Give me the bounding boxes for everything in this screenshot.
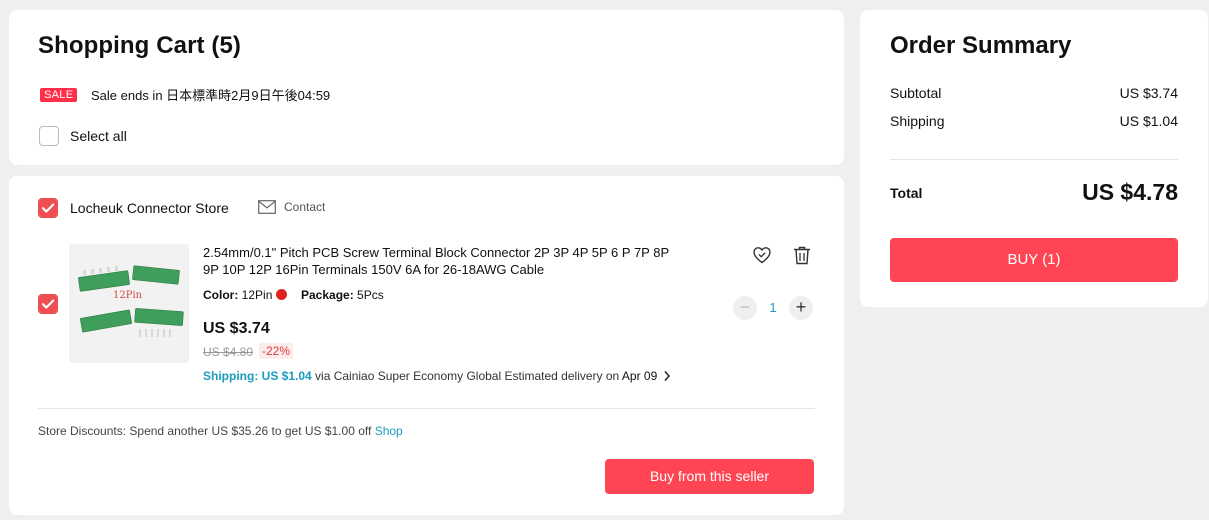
order-summary-title: Order Summary: [890, 32, 1072, 59]
page-title: Shopping Cart (5): [38, 32, 242, 59]
store-discount: Store Discounts: Spend another US $35.26…: [38, 423, 403, 439]
shipping-info[interactable]: Shipping: US $1.04 via Cainiao Super Eco…: [203, 368, 671, 386]
subtotal-label: Subtotal: [890, 85, 942, 101]
buy-from-seller-button[interactable]: Buy from this seller: [605, 459, 814, 494]
color-spec-label: Color:: [203, 288, 239, 302]
store-name-link[interactable]: Locheuk Connector Store: [70, 199, 229, 217]
original-price: US $4.80: [203, 345, 254, 359]
quantity-value[interactable]: 1: [765, 300, 781, 316]
select-all-label[interactable]: Select all: [70, 127, 127, 145]
mail-icon[interactable]: [258, 200, 276, 219]
contact-link[interactable]: Contact: [284, 199, 325, 215]
divider: [890, 159, 1178, 160]
delivery-label: Estimated delivery on: [504, 369, 620, 383]
chevron-right-icon[interactable]: [663, 370, 671, 386]
total-label: Total: [890, 185, 923, 201]
select-all-checkbox[interactable]: [39, 126, 59, 146]
store-checkbox[interactable]: [38, 198, 58, 218]
trash-icon[interactable]: [793, 246, 811, 270]
package-spec[interactable]: Package: 5Pcs: [301, 287, 384, 303]
item-checkbox[interactable]: [38, 294, 58, 314]
item-price: US $3.74: [203, 320, 270, 337]
color-spec[interactable]: Color: 12Pin: [203, 287, 288, 303]
shipping-cost: Shipping: US $1.04: [203, 369, 312, 383]
shipping-row: Shipping US $1.04: [890, 112, 1178, 130]
package-spec-label: Package:: [301, 288, 354, 302]
sale-badge: SALE: [40, 88, 78, 102]
checkmark-icon: [41, 299, 55, 309]
subtotal-row: Subtotal US $3.74: [890, 84, 1178, 102]
package-spec-value: 5Pcs: [357, 288, 384, 302]
order-summary-card: Order Summary Subtotal US $3.74 Shipping…: [860, 10, 1208, 307]
discount-badge: -22%: [259, 343, 294, 359]
checkmark-icon: [41, 203, 55, 213]
sale-countdown: Sale ends in 日本標準時2月9日午後04:59: [91, 88, 331, 103]
total-value: US $4.78: [1082, 179, 1178, 205]
product-title-link[interactable]: 2.54mm/0.1" Pitch PCB Screw Terminal Blo…: [203, 244, 673, 278]
product-image[interactable]: 12Pin: [69, 244, 189, 363]
shipping-label: Shipping: [890, 113, 945, 129]
buy-button[interactable]: BUY (1): [890, 238, 1178, 282]
shop-link[interactable]: Shop: [375, 424, 403, 438]
divider: [38, 408, 815, 409]
wishlist-heart-icon[interactable]: [752, 246, 772, 269]
product-image-label: 12Pin: [113, 290, 143, 301]
color-swatch: [276, 289, 288, 300]
store-discount-label: Store Discounts:: [38, 424, 127, 438]
cart-header-card: Shopping Cart (5) SALE Sale ends in 日本標準…: [9, 10, 844, 165]
store-card: Locheuk Connector Store Contact 12Pin 2.…: [9, 176, 844, 515]
shipping-method: via Cainiao Super Economy Global: [315, 369, 502, 383]
color-spec-value: 12Pin: [241, 288, 273, 302]
quantity-decrease-button[interactable]: −: [733, 296, 757, 320]
quantity-increase-button[interactable]: +: [789, 296, 813, 320]
store-discount-text: Spend another US $35.26 to get US $1.00 …: [129, 424, 372, 438]
subtotal-value: US $3.74: [1119, 85, 1178, 101]
shipping-value: US $1.04: [1119, 113, 1178, 129]
delivery-date: Apr 09: [621, 369, 658, 383]
